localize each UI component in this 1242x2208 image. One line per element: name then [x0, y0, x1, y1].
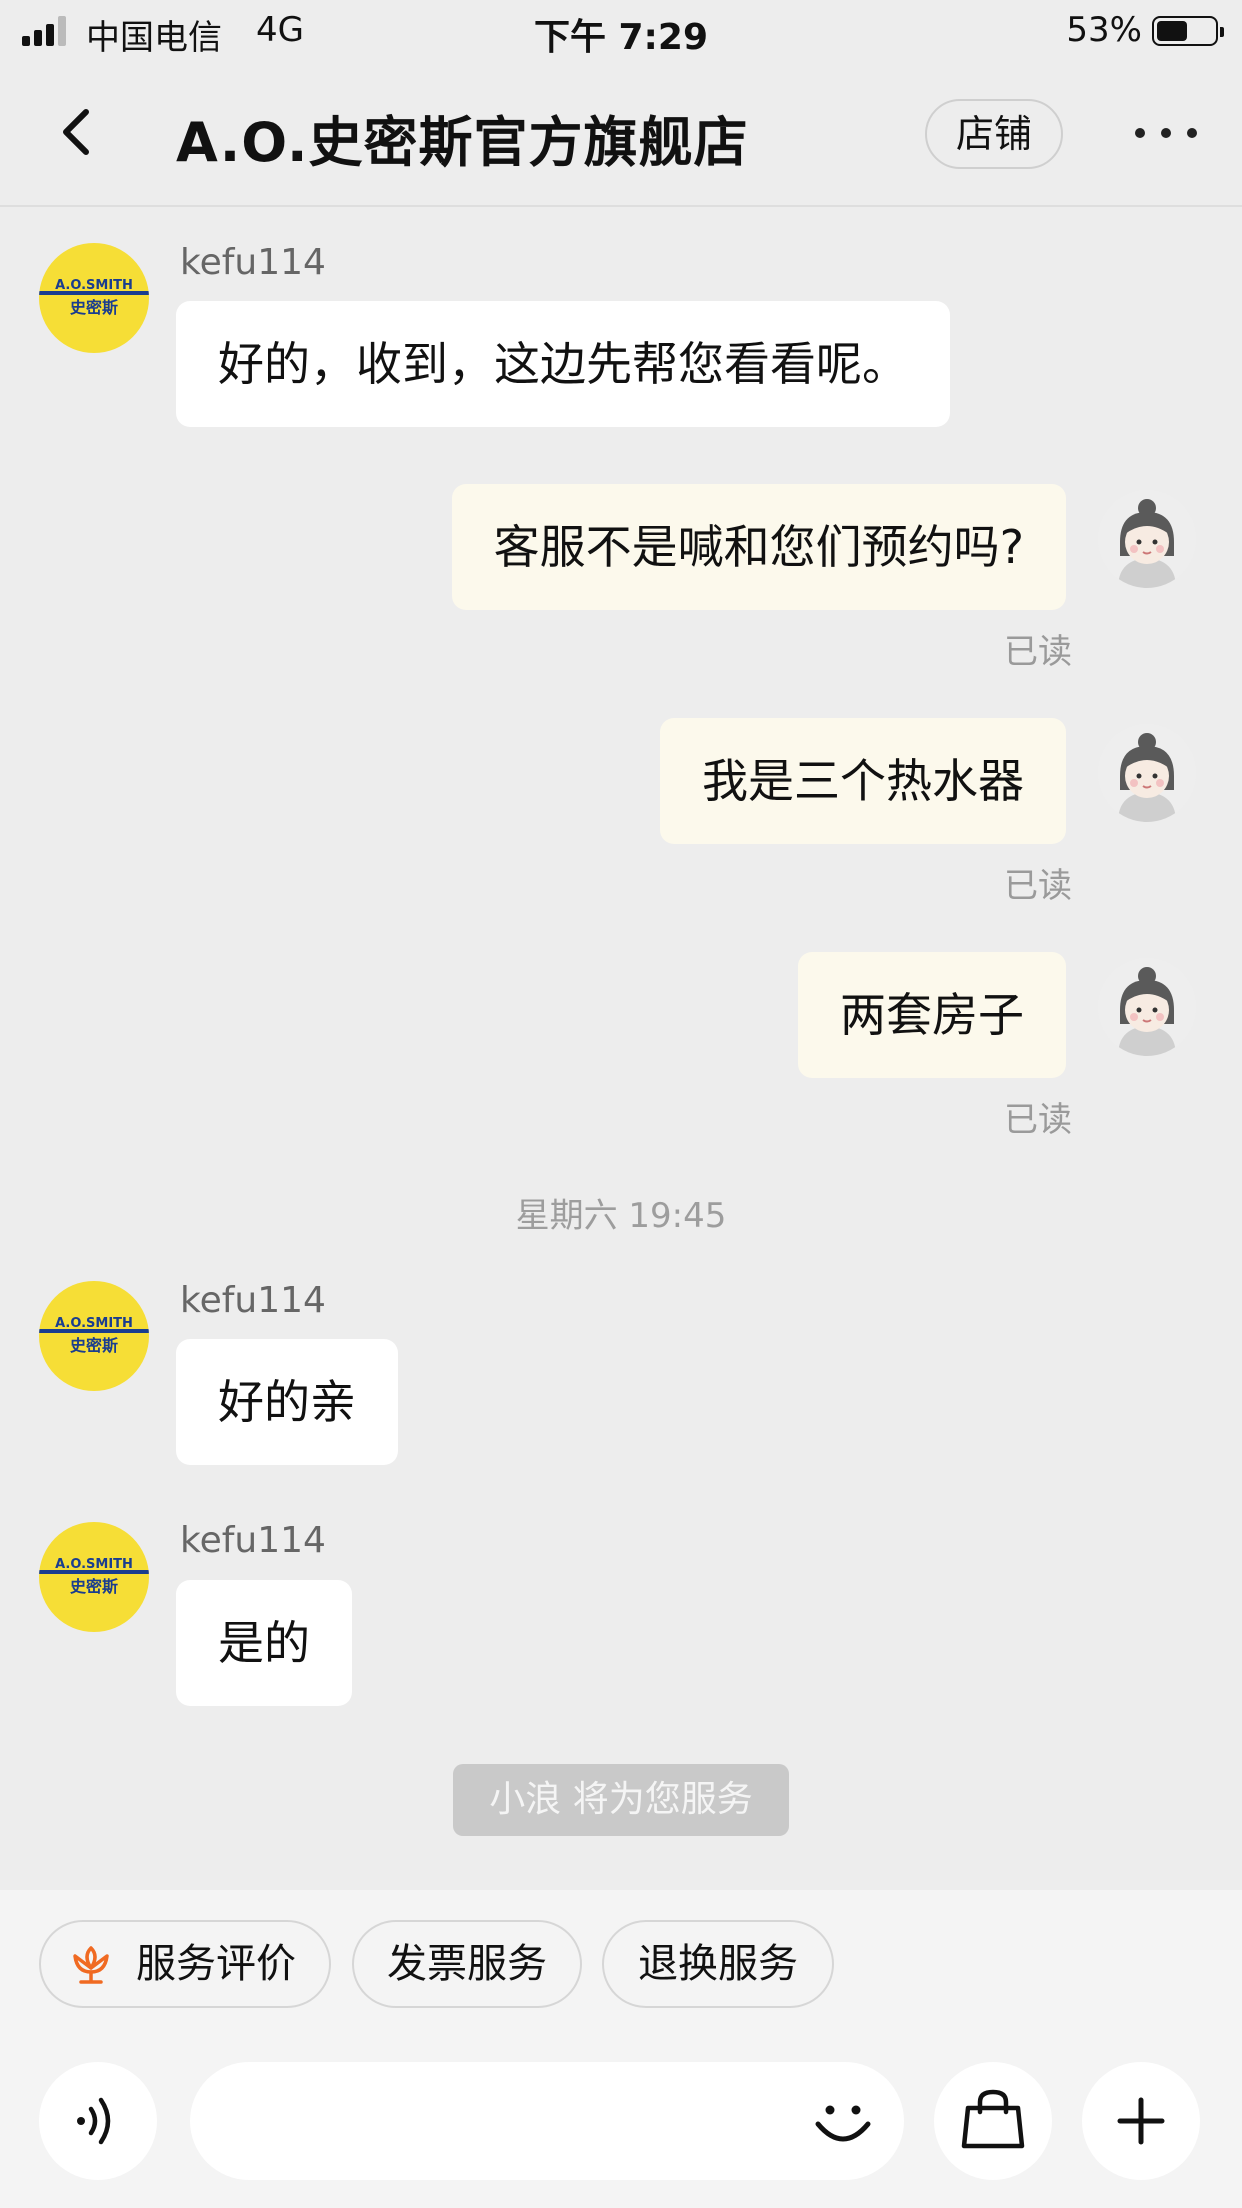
girl-avatar-icon: [1098, 490, 1196, 588]
service-rating-chip[interactable]: 服务评价: [39, 1920, 331, 2008]
more-dots-icon[interactable]: [1135, 118, 1197, 148]
chip-label: 发票服务: [387, 1941, 547, 1987]
plus-icon: [1117, 2097, 1165, 2145]
read-status: 已读: [1004, 866, 1072, 906]
status-bar: 中国电信 4G 下午 7:29 53%: [0, 0, 1242, 62]
svg-text:A.O.SMITH: A.O.SMITH: [55, 1557, 133, 1572]
message-input[interactable]: [190, 2062, 904, 2180]
ao-smith-logo: A.O.SMITH 史密斯: [39, 1316, 149, 1355]
user-avatar[interactable]: [1098, 490, 1196, 588]
chevron-left-icon: [63, 109, 89, 155]
smile-icon: [815, 2105, 871, 2142]
ao-smith-logo: A.O.SMITH 史密斯: [39, 1557, 149, 1596]
sender-name: kefu114: [180, 1280, 326, 1321]
flower-rating-icon: [73, 1946, 109, 1984]
svg-text:史密斯: 史密斯: [70, 1336, 118, 1355]
message-bubble-outgoing[interactable]: 两套房子: [798, 952, 1066, 1078]
message-bubble-outgoing[interactable]: 我是三个热水器: [660, 718, 1066, 844]
message-bubble-incoming[interactable]: 是的: [176, 1580, 352, 1706]
read-status: 已读: [1004, 632, 1072, 672]
page-title: A.O.史密斯官方旗舰店: [176, 111, 749, 174]
product-button[interactable]: [934, 2062, 1052, 2180]
return-service-chip[interactable]: 退换服务: [602, 1920, 834, 2008]
bottom-toolbar: 服务评价 发票服务 退换服务: [0, 1890, 1242, 2208]
svg-text:A.O.SMITH: A.O.SMITH: [55, 278, 133, 293]
girl-avatar-icon: [1098, 958, 1196, 1056]
shop-avatar[interactable]: A.O.SMITH 史密斯: [39, 1522, 149, 1632]
message-bubble-incoming[interactable]: 好的亲: [176, 1339, 398, 1465]
girl-avatar-icon: [1098, 724, 1196, 822]
plus-button[interactable]: [1082, 2062, 1200, 2180]
user-avatar[interactable]: [1098, 724, 1196, 822]
shopping-bag-icon: [961, 2089, 1025, 2149]
message-bubble-outgoing[interactable]: 客服不是喊和您们预约吗?: [451, 484, 1066, 610]
sender-name: kefu114: [180, 242, 326, 283]
ao-smith-logo: A.O.SMITH 史密斯: [39, 278, 149, 317]
svg-text:史密斯: 史密斯: [70, 298, 118, 317]
status-time: 下午 7:29: [533, 17, 709, 58]
svg-text:A.O.SMITH: A.O.SMITH: [55, 1316, 133, 1331]
svg-text:史密斯: 史密斯: [70, 1577, 118, 1596]
message-bubble-incoming[interactable]: 好的，收到，这边先帮您看看呢。: [176, 301, 950, 427]
battery-percent: 53%: [1066, 10, 1142, 50]
emoji-button[interactable]: [808, 2086, 878, 2156]
shop-avatar[interactable]: A.O.SMITH 史密斯: [39, 1281, 149, 1391]
voice-icon: [77, 2097, 111, 2145]
chat-timestamp: 星期六 19:45: [515, 1196, 727, 1236]
system-notice: 小浪 将为您服务: [453, 1764, 789, 1836]
user-avatar[interactable]: [1098, 958, 1196, 1056]
invoice-service-chip[interactable]: 发票服务: [352, 1920, 582, 2008]
back-button[interactable]: [50, 102, 110, 162]
voice-button[interactable]: [39, 2062, 157, 2180]
shop-button[interactable]: 店铺: [925, 99, 1063, 169]
battery-icon: [1152, 16, 1224, 46]
shop-avatar[interactable]: A.O.SMITH 史密斯: [39, 243, 149, 353]
chat-header: A.O.史密斯官方旗舰店 店铺: [0, 62, 1242, 207]
sender-name: kefu114: [180, 1520, 326, 1561]
chip-label: 服务评价: [136, 1941, 296, 1987]
chip-label: 退换服务: [638, 1941, 798, 1987]
read-status: 已读: [1004, 1100, 1072, 1140]
